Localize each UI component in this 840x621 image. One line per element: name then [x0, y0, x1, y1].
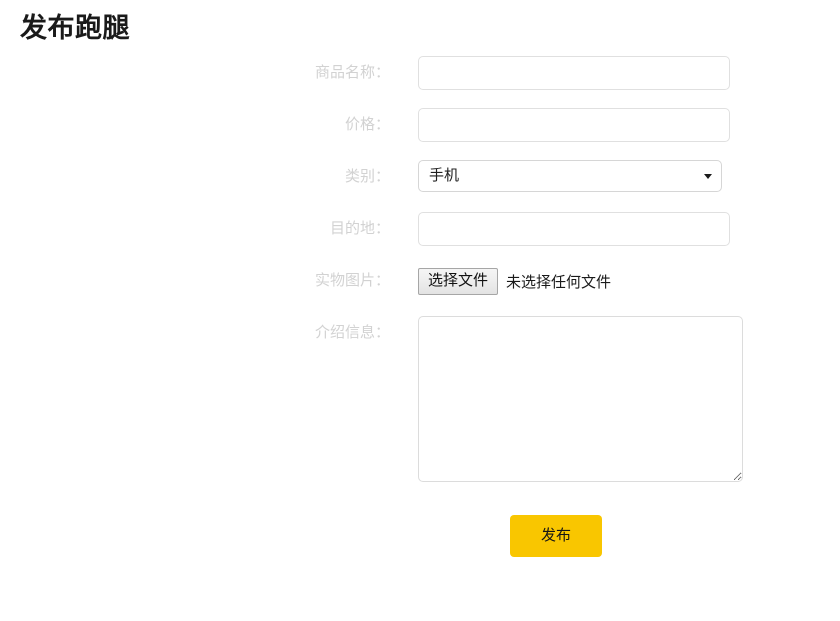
publish-button[interactable]: 发布 [510, 515, 602, 557]
form-row-photo: 实物图片： 选择文件 未选择任何文件 [0, 264, 840, 316]
file-input-group: 选择文件 未选择任何文件 [418, 264, 611, 298]
control-category: 手机 [390, 160, 722, 192]
form-row-category: 类别： 手机 [0, 160, 840, 212]
category-select[interactable]: 手机 [418, 160, 722, 192]
control-goods-name [390, 56, 730, 90]
label-destination: 目的地： [0, 212, 390, 246]
description-textarea[interactable] [418, 316, 743, 482]
control-destination [390, 212, 730, 246]
submit-row: 发布 [0, 515, 840, 557]
label-category: 类别： [0, 160, 390, 194]
destination-input[interactable] [418, 212, 730, 246]
submit-inner: 发布 [0, 515, 840, 557]
label-description: 介绍信息： [0, 316, 390, 350]
file-status-text: 未选择任何文件 [506, 271, 611, 292]
publish-errand-form: 商品名称： 价格： 类别： 手机 目的地： 实物图片： 选择文件 未选择 [0, 56, 840, 506]
form-row-description: 介绍信息： [0, 316, 840, 506]
control-description [390, 316, 743, 482]
page-title: 发布跑腿 [20, 8, 130, 48]
control-photo: 选择文件 未选择任何文件 [390, 264, 611, 298]
choose-file-button[interactable]: 选择文件 [418, 268, 498, 295]
label-photo: 实物图片： [0, 264, 390, 298]
category-select-wrap: 手机 [418, 160, 722, 192]
label-goods-name: 商品名称： [0, 56, 390, 90]
form-row-price: 价格： [0, 108, 840, 160]
control-price [390, 108, 730, 142]
price-input[interactable] [418, 108, 730, 142]
form-row-goods-name: 商品名称： [0, 56, 840, 108]
goods-name-input[interactable] [418, 56, 730, 90]
label-price: 价格： [0, 108, 390, 142]
form-row-destination: 目的地： [0, 212, 840, 264]
